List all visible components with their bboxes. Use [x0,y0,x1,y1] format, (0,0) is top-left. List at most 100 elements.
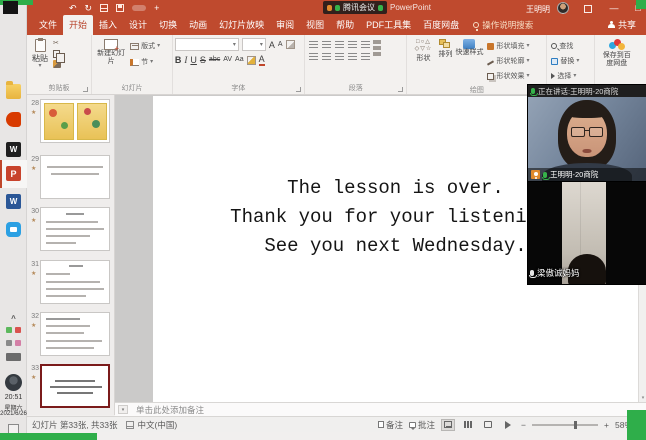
highlight-pen-icon[interactable] [247,56,256,65]
decrease-indent-icon[interactable] [335,41,344,49]
shape-effects-button[interactable]: 形状效果▾ [487,70,529,82]
tab-help[interactable]: 帮助 [330,15,360,35]
tab-design[interactable]: 设计 [123,15,153,35]
comments-toggle[interactable]: 批注 [409,419,435,431]
participant-video-1[interactable]: 王明明-20商院 [528,97,646,182]
slide-thumbnail-31[interactable] [40,260,110,304]
dialog-launcher-icon[interactable] [398,87,403,92]
tray-icon[interactable] [6,340,12,346]
bullets-icon[interactable] [309,41,318,49]
tab-pdf-tools[interactable]: PDF工具集 [360,15,417,35]
paste-button[interactable]: 粘贴 ▾ [29,37,51,70]
dialog-launcher-icon[interactable] [83,87,88,92]
tab-slideshow[interactable]: 幻灯片放映 [213,15,270,35]
line-spacing-icon[interactable] [361,41,370,49]
tab-animations[interactable]: 动画 [183,15,213,35]
notes-placeholder[interactable]: 单击此处添加备注 [136,404,204,416]
slideshow-button[interactable] [501,419,515,431]
tray-icon[interactable] [15,340,21,346]
normal-view-button[interactable] [441,419,455,431]
shape-outline-button[interactable]: 形状轮廓▾ [487,55,529,67]
tencent-meeting-floatbar[interactable]: 腾讯会议 [323,1,387,14]
slide-thumbnail-28[interactable] [40,99,110,143]
shape-fill-button[interactable]: 形状填充▾ [487,40,529,52]
tab-file[interactable]: 文件 [33,15,63,35]
notes-collapse-icon[interactable]: ▾ [118,405,128,414]
word-icon[interactable]: W [6,194,21,209]
tab-view[interactable]: 视图 [300,15,330,35]
grow-font-icon[interactable]: A [269,39,275,51]
align-left-icon[interactable] [309,53,318,61]
tray-icon[interactable] [6,353,21,361]
zoom-out-button[interactable]: − [521,420,526,430]
tell-me-search[interactable]: 操作说明搜索 [473,19,533,35]
tab-insert[interactable]: 插入 [93,15,123,35]
align-right-icon[interactable] [335,53,344,61]
font-color-button[interactable]: A [259,54,265,66]
share-button[interactable]: 共享 [608,18,646,35]
tray-expand-icon[interactable]: ^ [6,311,21,326]
character-spacing-button[interactable]: AV [223,54,232,66]
slide-thumbnail-29[interactable] [40,155,110,199]
italic-button[interactable]: I [184,54,187,66]
redo-icon[interactable]: ↻ [85,0,93,16]
slide-sorter-button[interactable] [461,419,475,431]
powerpoint-icon[interactable]: P [6,166,21,181]
align-text-icon[interactable] [373,46,381,50]
account-name[interactable]: 王明明 [526,4,550,15]
slide-thumbnail-30[interactable] [40,207,110,251]
select-button[interactable]: 选择▾ [551,70,579,82]
shapes-button[interactable]: □○△◇▽☆ 形状 [409,37,437,65]
slide-thumbnail-32[interactable] [40,312,110,356]
file-explorer-icon[interactable] [6,84,21,99]
tab-home[interactable]: 开始 [63,15,93,35]
participant-video-2[interactable]: 梁傲诚妈妈 [528,182,646,284]
zoom-in-button[interactable]: + [604,420,609,430]
zoom-slider-thumb[interactable] [574,421,577,429]
customize-toolbar-icon[interactable]: + [154,0,159,16]
account-avatar[interactable] [557,2,569,14]
dialog-launcher-icon[interactable] [296,87,301,92]
slide-thumbnail-33-selected[interactable] [40,364,110,408]
office-icon[interactable] [6,112,21,127]
new-slide-button[interactable]: 新建幻灯片 [94,37,128,68]
justify-icon[interactable] [348,53,357,61]
ribbon-display-options-icon[interactable] [579,0,597,16]
save-to-baidu-button[interactable]: 保存到百度网盘 [597,37,637,70]
align-center-icon[interactable] [322,53,331,61]
find-button[interactable]: 查找 [551,40,579,52]
quick-styles-button[interactable]: 快速样式 [453,37,485,59]
language-status[interactable]: 中文(中国) [138,419,178,431]
tab-transitions[interactable]: 切换 [153,15,183,35]
columns-icon[interactable] [361,53,370,61]
smartart-convert-icon[interactable] [373,52,381,56]
tray-icon[interactable] [6,327,12,333]
tab-baidu-netdisk[interactable]: 百度网盘 [417,15,465,35]
strikethrough-abc-button[interactable]: abc [209,54,220,66]
increase-indent-icon[interactable] [348,41,357,49]
save-icon[interactable] [116,4,124,12]
undo-icon[interactable]: ↶ [69,0,77,16]
wps-icon[interactable]: W [6,142,21,157]
meeting-video-panel[interactable]: 正在讲话:王明明-20商院 王明明-20商院 梁傲诚妈妈 [528,85,646,284]
tray-avatar[interactable] [5,374,22,391]
text-direction-icon[interactable] [373,40,381,44]
spellcheck-icon[interactable] [126,421,134,429]
replace-button[interactable]: 替换▾ [551,55,579,67]
preview-icon[interactable] [100,4,108,12]
change-case-button[interactable]: Aa [235,54,244,66]
clear-formatting-icon[interactable] [286,40,295,49]
minimize-button[interactable]: — [605,0,623,16]
notes-toggle[interactable]: 备注 [378,419,403,431]
reading-view-button[interactable] [481,419,495,431]
tencent-meeting-icon[interactable] [6,222,21,237]
strikethrough-button[interactable]: S [200,54,206,66]
font-name-combo[interactable]: ▾ [175,38,239,51]
scroll-down-icon[interactable]: ▾ [639,394,646,402]
underline-button[interactable]: U [190,54,197,66]
tab-review[interactable]: 审阅 [270,15,300,35]
copy-icon[interactable] [53,50,60,58]
clock-time[interactable]: 20:51 [0,394,27,401]
font-size-combo[interactable]: ▾ [242,38,266,51]
tray-icon[interactable] [15,327,21,333]
